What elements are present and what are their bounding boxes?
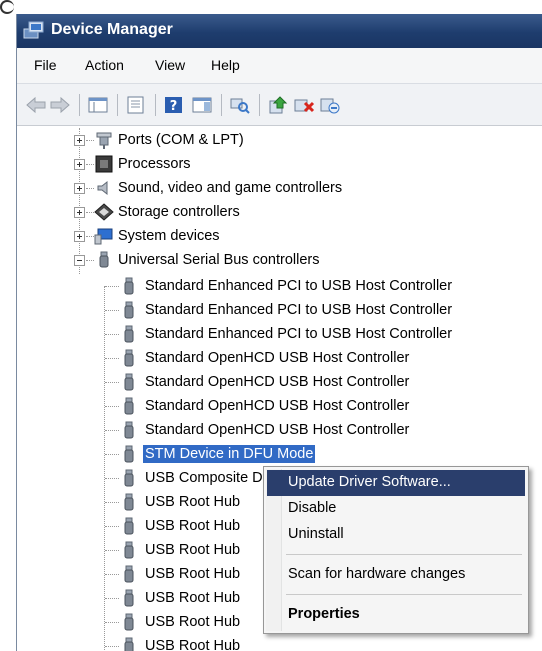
tree-label: Standard OpenHCD USB Host Controller bbox=[145, 398, 410, 414]
menu-item-update-driver[interactable]: Update Driver Software... bbox=[267, 470, 525, 496]
expand-toggle[interactable] bbox=[74, 207, 85, 218]
usb-device-icon bbox=[124, 493, 134, 511]
tree-device-row[interactable]: Standard OpenHCD USB Host Controller bbox=[17, 418, 542, 442]
expand-toggle[interactable] bbox=[74, 159, 85, 170]
tree-device-row[interactable]: Standard OpenHCD USB Host Controller bbox=[17, 394, 542, 418]
usb-device-icon bbox=[124, 517, 134, 535]
tree-device-row[interactable]: USB Root Hub bbox=[17, 634, 542, 651]
processor-icon bbox=[95, 155, 113, 173]
menu-item-properties[interactable]: Properties bbox=[267, 602, 525, 628]
tree-label: Standard OpenHCD USB Host Controller bbox=[145, 374, 410, 390]
usb-device-icon bbox=[124, 613, 134, 631]
tree-label: USB Root Hub bbox=[145, 494, 241, 510]
storage-icon bbox=[94, 203, 114, 221]
menu-help[interactable]: Help bbox=[211, 57, 240, 73]
menu-separator bbox=[286, 554, 522, 555]
tree-device-row[interactable]: Standard OpenHCD USB Host Controller bbox=[17, 346, 542, 370]
device-manager-icon bbox=[23, 21, 44, 39]
menu-item-scan-hardware[interactable]: Scan for hardware changes bbox=[267, 562, 525, 588]
usb-device-icon bbox=[124, 397, 134, 415]
window-title: Device Manager bbox=[51, 21, 173, 38]
tree-category-system-devices[interactable]: System devices bbox=[17, 224, 542, 248]
tree-label: USB Root Hub bbox=[145, 566, 241, 582]
tree-label: Standard OpenHCD USB Host Controller bbox=[145, 350, 410, 366]
update-driver-icon[interactable] bbox=[267, 95, 289, 115]
tree-label: Standard Enhanced PCI to USB Host Contro… bbox=[145, 302, 453, 318]
tree-label: Processors bbox=[118, 156, 191, 172]
tree-label: Universal Serial Bus controllers bbox=[118, 252, 320, 268]
svg-text:?: ? bbox=[170, 99, 178, 114]
tree-device-row-selected[interactable]: STM Device in DFU Mode bbox=[17, 442, 542, 466]
tree-category-sound[interactable]: Sound, video and game controllers bbox=[17, 176, 542, 200]
usb-device-icon bbox=[124, 589, 134, 607]
tree-label: Storage controllers bbox=[118, 204, 240, 220]
usb-device-icon bbox=[124, 445, 134, 463]
expand-toggle[interactable] bbox=[74, 231, 85, 242]
tree-label: USB Root Hub bbox=[145, 614, 241, 630]
show-hide-action-pane-icon[interactable] bbox=[191, 95, 213, 115]
tree-label: USB Root Hub bbox=[145, 518, 241, 534]
menu-item-disable[interactable]: Disable bbox=[267, 496, 525, 522]
tree-label: System devices bbox=[118, 228, 220, 244]
show-hide-console-tree-icon[interactable] bbox=[87, 95, 109, 115]
uninstall-device-icon[interactable] bbox=[293, 95, 315, 115]
tree-category-usb-controllers[interactable]: Universal Serial Bus controllers bbox=[17, 248, 542, 272]
collapse-toggle[interactable] bbox=[74, 255, 85, 266]
tree-device-row[interactable]: Standard Enhanced PCI to USB Host Contro… bbox=[17, 274, 542, 298]
help-icon[interactable]: ? bbox=[163, 95, 185, 115]
context-menu: Update Driver Software... Disable Uninst… bbox=[263, 466, 529, 634]
menu-action[interactable]: Action bbox=[85, 57, 124, 73]
expand-toggle[interactable] bbox=[74, 183, 85, 194]
tree-label-selected: STM Device in DFU Mode bbox=[143, 445, 316, 463]
tree-label: Standard Enhanced PCI to USB Host Contro… bbox=[145, 278, 453, 294]
menu-item-uninstall[interactable]: Uninstall bbox=[267, 522, 525, 548]
usb-device-icon bbox=[124, 277, 134, 295]
tree-category-ports[interactable]: Ports (COM & LPT) bbox=[17, 128, 542, 152]
expand-toggle[interactable] bbox=[74, 135, 85, 146]
tree-label: Standard OpenHCD USB Host Controller bbox=[145, 422, 410, 438]
usb-device-icon bbox=[124, 301, 134, 319]
usb-device-icon bbox=[124, 373, 134, 391]
tree-category-processors[interactable]: Processors bbox=[17, 152, 542, 176]
tree-device-row[interactable]: Standard Enhanced PCI to USB Host Contro… bbox=[17, 322, 542, 346]
menu-separator bbox=[286, 594, 522, 595]
forward-arrow-icon[interactable] bbox=[49, 95, 71, 115]
tree-category-storage[interactable]: Storage controllers bbox=[17, 200, 542, 224]
tree-device-row[interactable]: Standard Enhanced PCI to USB Host Contro… bbox=[17, 298, 542, 322]
title-bar[interactable]: Device Manager bbox=[17, 14, 542, 48]
tree-label: Ports (COM & LPT) bbox=[118, 132, 244, 148]
usb-device-icon bbox=[124, 349, 134, 367]
usb-device-icon bbox=[124, 325, 134, 343]
usb-device-icon bbox=[124, 565, 134, 583]
scan-hardware-icon[interactable] bbox=[229, 95, 251, 115]
tree-label: USB Root Hub bbox=[145, 590, 241, 606]
usb-device-icon bbox=[124, 469, 134, 487]
tree-label: Sound, video and game controllers bbox=[118, 180, 343, 196]
toolbar: ? bbox=[17, 84, 542, 126]
tree-label: USB Root Hub bbox=[145, 542, 241, 558]
menu-bar: File Action View Help bbox=[17, 48, 542, 84]
port-icon bbox=[96, 132, 112, 149]
tree-label: Standard Enhanced PCI to USB Host Contro… bbox=[145, 326, 453, 342]
back-arrow-icon[interactable] bbox=[25, 95, 47, 115]
menu-view[interactable]: View bbox=[155, 57, 185, 73]
properties-icon[interactable] bbox=[125, 95, 147, 115]
tree-label: USB Root Hub bbox=[145, 638, 241, 651]
system-devices-icon bbox=[94, 228, 113, 245]
usb-device-icon bbox=[124, 637, 134, 651]
tree-device-row[interactable]: Standard OpenHCD USB Host Controller bbox=[17, 370, 542, 394]
speaker-icon bbox=[97, 180, 108, 196]
usb-device-icon bbox=[124, 421, 134, 439]
menu-file[interactable]: File bbox=[34, 57, 57, 73]
usb-device-icon bbox=[124, 541, 134, 559]
device-manager-window: Device Manager File Action View Help ? P… bbox=[16, 14, 542, 651]
disable-device-icon[interactable] bbox=[319, 95, 341, 115]
usb-icon bbox=[99, 251, 109, 268]
desktop-background bbox=[0, 0, 542, 14]
